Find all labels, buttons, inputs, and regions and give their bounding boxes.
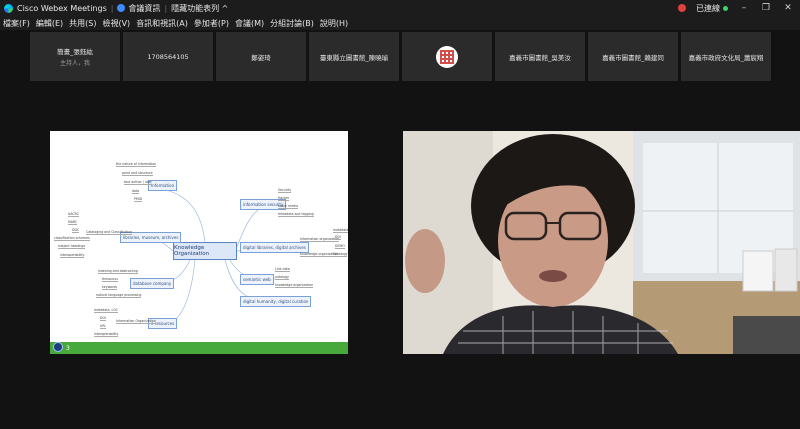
mind-map-leaf: Ontology	[333, 252, 348, 257]
title-separator-2: |	[164, 3, 168, 13]
mind-map-leaf: AACR2	[68, 212, 79, 217]
restore-icon[interactable]: ❐	[760, 3, 772, 13]
mind-map-leaf: MARC	[68, 220, 78, 225]
mind-map-leaf: ontology	[275, 275, 289, 280]
app-name: Cisco Webex Meetings	[17, 3, 107, 13]
mind-map-leaf: Hacker	[278, 196, 290, 201]
participant-tile[interactable]: 鄭姿琦	[216, 32, 306, 81]
connection-label: 已連線	[696, 3, 720, 13]
minimize-icon[interactable]: –	[738, 3, 750, 13]
participant-role: 主持人，我	[59, 60, 90, 67]
mind-map-leaf: DOI	[335, 235, 341, 240]
mind-map-leaf: PMID	[134, 197, 143, 202]
mind-map-leaf: metadata and tagging	[278, 212, 314, 217]
title-separator: |	[110, 3, 114, 13]
menu-bar: 檔案(F) 編輯(E) 共用(S) 檢視(V) 音訊和視訊(A) 參加者(P) …	[0, 16, 800, 30]
mind-map-node: Information	[148, 180, 178, 191]
mind-map-leaf: interoperability	[60, 253, 85, 258]
menu-breakout[interactable]: 分組討論(B)	[270, 18, 314, 29]
mind-map-leaf: Security	[278, 188, 292, 193]
hide-toolbar-button[interactable]: 隱藏功能表列 ^	[171, 3, 228, 14]
menu-edit[interactable]: 編輯(E)	[36, 18, 63, 29]
university-logo-icon	[53, 342, 63, 352]
mind-map-leaf: indexing and abstracting	[98, 269, 138, 274]
mind-map-leaf: Information Organization	[116, 319, 156, 324]
mind-map-leaf: URI	[100, 324, 106, 329]
slide-page-number: 3	[66, 345, 70, 352]
speaker-video-frame	[403, 131, 800, 354]
participant-tile[interactable]: 嘉義市政府文化局_蕭宸翔	[681, 32, 771, 81]
mind-map-leaf: natural language processing	[96, 293, 142, 298]
menu-share[interactable]: 共用(S)	[69, 18, 96, 29]
participant-name: 嘉義市圖書館_吳美汝	[509, 53, 571, 62]
participant-name: 臺東縣立圖書館_陳曉瑜	[319, 53, 389, 62]
participant-name: 嘉義市政府文化局_蕭宸翔	[688, 53, 764, 62]
record-indicator-icon[interactable]	[678, 4, 686, 12]
participant-name: 嘉義市圖書館_賴建同	[602, 53, 664, 62]
connection-dot-icon	[723, 5, 728, 11]
participant-name: 1708564105	[147, 52, 189, 61]
mind-map-leaf: point and structure	[122, 171, 153, 176]
mind-map-node: semantic web	[240, 274, 274, 285]
mind-map-leaf: metadata, LOC	[94, 308, 118, 313]
participant-name: 簡畫_張鈺紘	[57, 48, 93, 56]
participant-strip: 簡畫_張鈺紘 主持人，我 1708564105 鄭姿琦 臺東縣立圖書館_陳曉瑜 …	[0, 30, 800, 82]
mind-map-leaf: text author / user	[124, 180, 152, 185]
mind-map-leaf: social media	[278, 204, 299, 209]
slide-footer-bar	[50, 342, 348, 354]
participant-tile[interactable]: 嘉義市圖書館_吳美汝	[495, 32, 585, 81]
participant-name: 鄭姿琦	[251, 53, 271, 62]
mind-map-node: database company	[130, 278, 175, 289]
webex-logo-icon	[4, 3, 13, 13]
mind-map-leaf: classification schemes	[54, 236, 90, 241]
mind-map-leaf: Cataloging and Classification	[86, 230, 133, 235]
mind-map-node: digital humanity, digital curation	[240, 296, 312, 307]
mind-map-leaf: the nature of information	[116, 162, 157, 167]
menu-meeting[interactable]: 會議(M)	[235, 18, 264, 29]
mind-map-leaf: data	[132, 189, 140, 194]
participant-tile[interactable]: 1708564105	[123, 32, 213, 81]
menu-audio-video[interactable]: 音訊和視訊(A)	[136, 18, 188, 29]
speaker-video[interactable]	[403, 131, 800, 354]
mind-map-leaf: Link data	[275, 267, 290, 272]
connection-status[interactable]: 已連線	[696, 3, 728, 14]
info-icon	[117, 4, 126, 12]
menu-participants[interactable]: 參加者(P)	[194, 18, 229, 29]
mind-map-node: digital libraries, digital archives	[240, 242, 309, 253]
mind-map-leaf: DEMO	[335, 244, 345, 249]
qr-code-avatar-icon	[436, 45, 458, 68]
menu-file[interactable]: 檔案(F)	[3, 18, 30, 29]
mind-map-leaf: DOI	[100, 316, 106, 321]
participant-tile[interactable]: 嘉義市圖書館_賴建同	[588, 32, 678, 81]
mind-map-leaf: Information organization	[300, 237, 340, 242]
menu-help[interactable]: 說明(H)	[320, 18, 348, 29]
participant-tile[interactable]	[402, 32, 492, 81]
mind-map-leaf: knowledge organization	[275, 283, 314, 288]
shared-content-slide[interactable]: Knowledge Organization Information libra…	[50, 131, 348, 354]
mind-map-leaf: DDC	[72, 228, 80, 233]
close-icon[interactable]: ✕	[782, 3, 794, 13]
mind-map-leaf: metadata	[333, 228, 348, 233]
title-bar: Cisco Webex Meetings | 會議資訊 | 隱藏功能表列 ^ 已…	[0, 0, 800, 16]
mind-map-leaf: keywords	[102, 285, 118, 290]
menu-view[interactable]: 檢視(V)	[102, 18, 130, 29]
mind-map-center-node: Knowledge Organization	[173, 242, 237, 260]
mind-map-leaf: subject headings	[58, 244, 86, 249]
meeting-info-button[interactable]: 會議資訊	[117, 3, 160, 14]
mind-map-leaf: interoperability	[94, 332, 119, 337]
participant-tile[interactable]: 臺東縣立圖書館_陳曉瑜	[309, 32, 399, 81]
mind-map-leaf: thesaurus	[102, 277, 118, 282]
participant-tile[interactable]: 簡畫_張鈺紘 主持人，我	[30, 32, 120, 81]
meeting-info-label: 會議資訊	[128, 3, 161, 13]
